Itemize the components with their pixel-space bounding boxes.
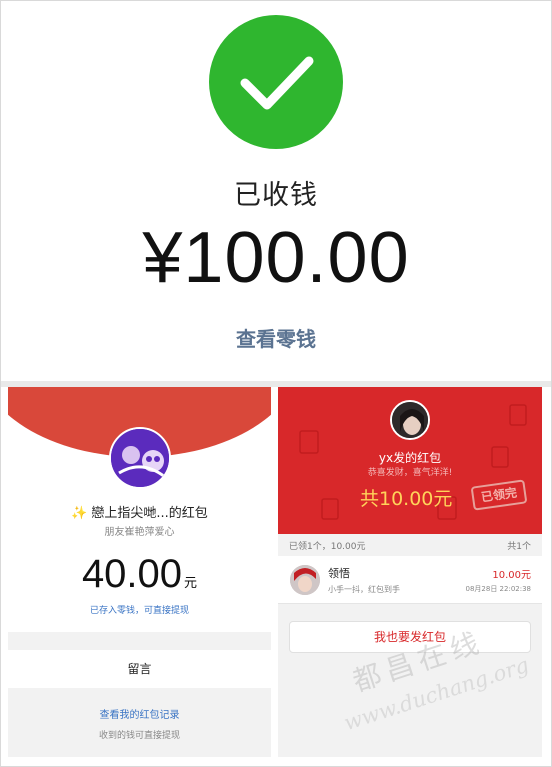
view-records-link[interactable]: 查看我的红包记录: [8, 706, 271, 721]
payment-received-panel: 已收钱 ¥100.00 查看零钱: [1, 1, 551, 381]
success-check-icon: [209, 15, 343, 149]
packet-amount-value: 40.00: [81, 552, 183, 596]
view-change-link[interactable]: 查看零钱: [1, 323, 551, 352]
receiver-avatar[interactable]: [290, 565, 320, 595]
packet-amount: 40.00 元: [8, 552, 271, 597]
records-note: 收到的钱可直接提现: [98, 731, 180, 741]
received-status-label: 已收钱: [234, 180, 318, 211]
records-section: 查看我的红包记录 收到的钱可直接提现: [8, 688, 271, 757]
blessing-text: 恭喜发财，喜气洋洋!: [367, 468, 453, 478]
total-amount: 共10.00元: [360, 488, 453, 510]
sender-avatar[interactable]: [390, 400, 430, 440]
list-item[interactable]: 领悟 小手一抖，红包到手 10.00元 08月28日 22:02:38: [278, 556, 542, 604]
receiver-time: 08月28日 22:02:38: [465, 585, 531, 593]
sender-title: ✨ 戀上指尖哋...的红包: [8, 502, 271, 521]
receiver-amount: 10.00元: [492, 570, 531, 581]
sparkle-icon: ✨: [71, 506, 88, 521]
saved-to-change-link[interactable]: 已存入零钱，可直接提现: [8, 603, 271, 616]
packet-amount-unit: 元: [184, 576, 198, 591]
leave-message-button[interactable]: 留言: [8, 650, 271, 688]
receiver-name: 领悟: [328, 567, 350, 580]
claim-summary: 已领1个，10.00元 共1个: [278, 534, 542, 556]
red-packet-header: yx发的红包 恭喜发财，喜气洋洋! 共10.00元 已领完: [278, 387, 542, 534]
avatar[interactable]: [109, 427, 171, 489]
red-packet-detail-left: ✨ 戀上指尖哋...的红包 朋友崔艳萍爱心 40.00 元 已存入零钱，可直接提现 …: [8, 387, 271, 757]
sender-title-text: 戀上指尖哋...的红包: [91, 506, 208, 521]
claim-summary-right: 共1个: [507, 542, 531, 552]
sender-subtitle: 朋友崔艳萍爱心: [104, 527, 175, 538]
claim-summary-left: 已领1个，10.00元: [289, 542, 366, 552]
sender-packet-title: yx发的红包: [378, 451, 442, 465]
received-amount: ¥100.00: [142, 218, 410, 298]
receiver-message: 小手一抖，红包到手: [328, 585, 400, 594]
